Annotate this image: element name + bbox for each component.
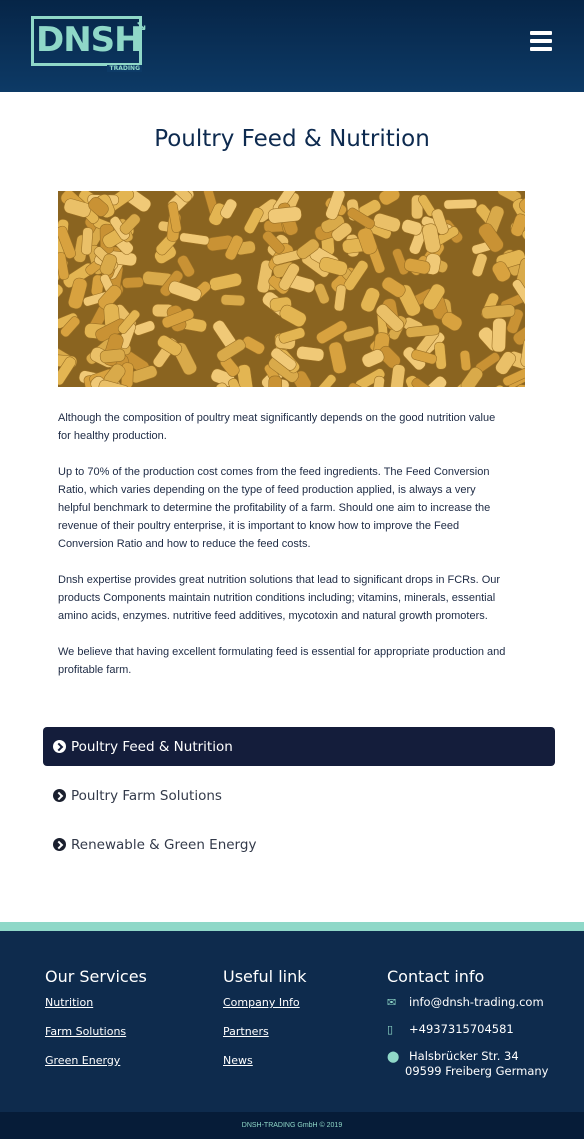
site-footer: Our Services Nutrition Farm Solutions Gr… — [0, 931, 584, 1112]
article-body: Although the composition of poultry meat… — [58, 409, 508, 697]
address-line2: 09599 Freiberg Germany — [405, 1064, 549, 1078]
footer-link-partners[interactable]: Partners — [223, 1024, 307, 1039]
dnsh-logo[interactable]: DNSH ↘ TRADING — [31, 16, 147, 72]
site-header: DNSH ↘ TRADING — [0, 0, 584, 92]
tab-label: Poultry Farm Solutions — [71, 787, 222, 804]
contact-address: ⬤ Halsbrücker Str. 34 09599 Freiberg Ger… — [387, 1049, 567, 1079]
address-line1: Halsbrücker Str. 34 — [409, 1049, 519, 1063]
feed-pellets-image — [58, 191, 525, 387]
copyright-bar: DNSH-TRADING GmbH © 2019 — [0, 1112, 584, 1139]
chevron-circle-right-icon — [53, 838, 66, 851]
footer-accent-band — [0, 922, 584, 931]
paragraph: Up to 70% of the production cost comes f… — [58, 466, 491, 550]
tab-label: Renewable & Green Energy — [71, 836, 257, 853]
hamburger-menu-icon[interactable] — [530, 31, 552, 51]
footer-link-company-info[interactable]: Company Info — [223, 995, 307, 1010]
envelope-icon: ✉ — [387, 996, 397, 1009]
contact-phone[interactable]: ▯ +4937315704581 — [387, 1022, 567, 1037]
footer-link-nutrition[interactable]: Nutrition — [45, 995, 147, 1010]
tab-label: Poultry Feed & Nutrition — [71, 738, 233, 755]
paragraph: Although the composition of poultry meat… — [58, 412, 496, 442]
email-text: info@dnsh-trading.com — [409, 995, 544, 1009]
tab-poultry-feed-nutrition[interactable]: Poultry Feed & Nutrition — [43, 727, 555, 766]
footer-link-green-energy[interactable]: Green Energy — [45, 1053, 147, 1068]
footer-heading: Our Services — [45, 967, 147, 986]
footer-useful-links: Useful link Company Info Partners News — [223, 967, 307, 1082]
tab-renewable-green-energy[interactable]: Renewable & Green Energy — [43, 825, 555, 864]
phone-text: +4937315704581 — [409, 1022, 514, 1036]
footer-services: Our Services Nutrition Farm Solutions Gr… — [45, 967, 147, 1082]
logo-arrow-icon: ↘ — [135, 19, 147, 35]
paragraph: We believe that having excellent formula… — [58, 646, 506, 676]
map-marker-icon: ⬤ — [387, 1050, 400, 1063]
mobile-phone-icon: ▯ — [387, 1023, 394, 1036]
paragraph: Dnsh expertise provides great nutrition … — [58, 574, 501, 622]
address-text: Halsbrücker Str. 34 09599 Freiberg Germa… — [405, 1049, 548, 1079]
contact-email[interactable]: ✉ info@dnsh-trading.com — [387, 995, 567, 1010]
footer-link-news[interactable]: News — [223, 1053, 307, 1068]
tab-poultry-farm-solutions[interactable]: Poultry Farm Solutions — [43, 776, 555, 815]
footer-contact: Contact info ✉ info@dnsh-trading.com ▯ +… — [387, 967, 567, 1091]
chevron-circle-right-icon — [53, 789, 66, 802]
footer-link-farm-solutions[interactable]: Farm Solutions — [45, 1024, 147, 1039]
chevron-circle-right-icon — [53, 740, 66, 753]
footer-heading: Useful link — [223, 967, 307, 986]
logo-text: DNSH — [36, 20, 143, 60]
page-title: Poultry Feed & Nutrition — [154, 126, 430, 152]
logo-subtext: TRADING — [107, 65, 142, 72]
footer-heading: Contact info — [387, 967, 485, 986]
